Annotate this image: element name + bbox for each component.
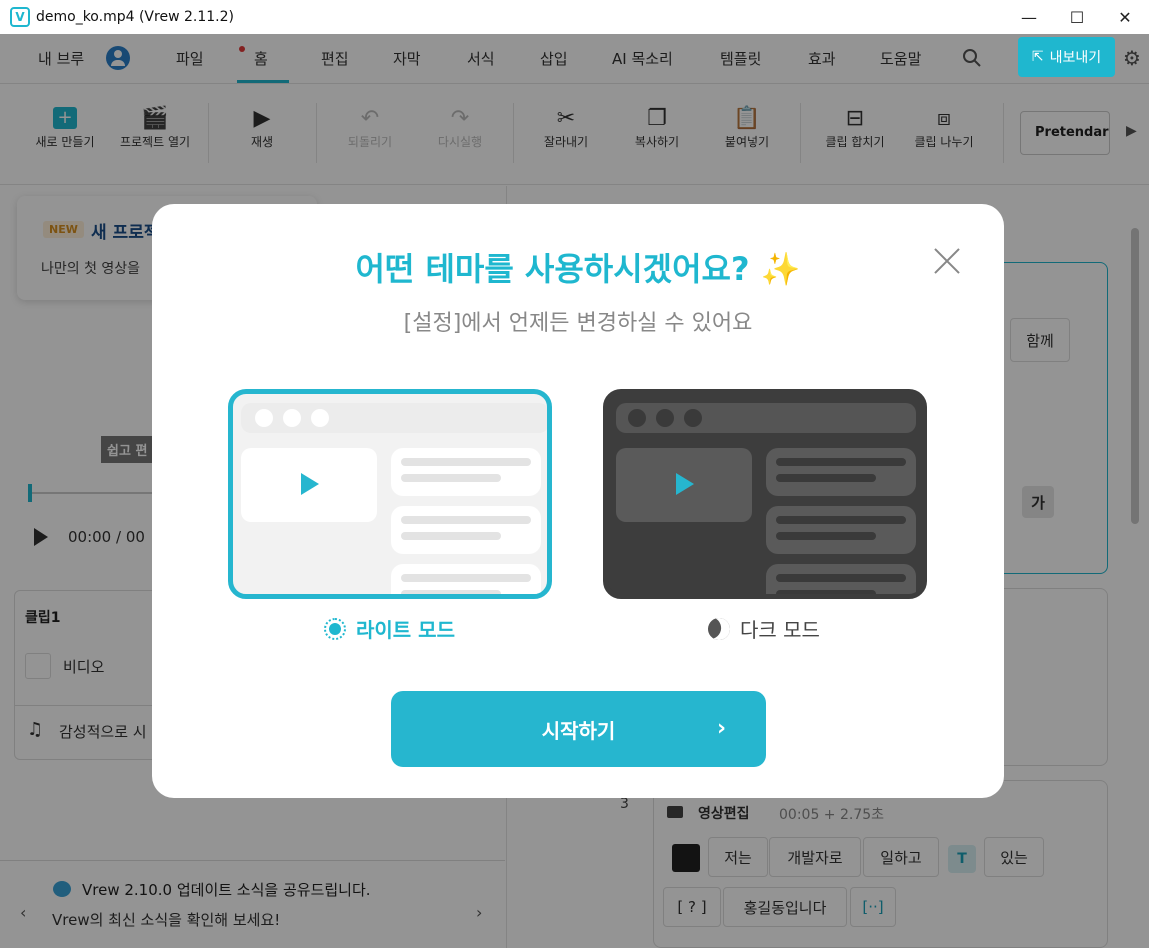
preview-row bbox=[391, 564, 541, 594]
preview-line bbox=[776, 474, 876, 482]
start-button[interactable]: 시작하기 › bbox=[391, 691, 766, 767]
modal-title: 어떤 테마를 사용하시겠어요? ✨ bbox=[355, 250, 801, 288]
preview-line bbox=[401, 590, 501, 594]
chevron-right-icon: › bbox=[717, 716, 727, 741]
sun-icon bbox=[324, 617, 346, 640]
preview-row bbox=[766, 564, 916, 594]
preview-video bbox=[616, 448, 752, 522]
preview-video bbox=[241, 448, 377, 522]
preview-titlebar bbox=[616, 403, 916, 433]
preview-dot bbox=[684, 409, 702, 427]
minimize-button[interactable]: — bbox=[1005, 0, 1053, 34]
preview-dot bbox=[255, 409, 273, 427]
preview-line bbox=[776, 590, 876, 594]
close-icon[interactable] bbox=[932, 246, 962, 276]
preview-dot bbox=[311, 409, 329, 427]
play-icon bbox=[301, 473, 319, 495]
preview-line bbox=[776, 574, 906, 582]
preview-line bbox=[776, 516, 906, 524]
preview-dot bbox=[628, 409, 646, 427]
preview-dot bbox=[283, 409, 301, 427]
modal-subtitle: [설정]에서 언제든 변경하실 수 있어요 bbox=[403, 311, 753, 336]
preview-titlebar bbox=[241, 403, 547, 433]
export-icon: ⇱ bbox=[1031, 49, 1044, 65]
title-bar: V demo_ko.mp4 (Vrew 2.11.2) — ☐ ✕ bbox=[0, 0, 1149, 34]
preview-line bbox=[776, 532, 876, 540]
preview-row bbox=[766, 448, 916, 496]
preview-row bbox=[391, 448, 541, 496]
moon-icon bbox=[704, 614, 734, 643]
dark-mode-option[interactable] bbox=[603, 389, 927, 599]
preview-line bbox=[401, 532, 501, 540]
preview-dot bbox=[656, 409, 674, 427]
preview-line bbox=[401, 574, 531, 582]
preview-line bbox=[401, 474, 501, 482]
preview-line bbox=[776, 458, 906, 466]
close-window-button[interactable]: ✕ bbox=[1101, 0, 1149, 34]
preview-line bbox=[401, 516, 531, 524]
dark-mode-label[interactable]: 다크 모드 bbox=[704, 614, 820, 643]
maximize-button[interactable]: ☐ bbox=[1053, 0, 1101, 34]
window-title: demo_ko.mp4 (Vrew 2.11.2) bbox=[36, 9, 234, 25]
sparkle-icon: ✨ bbox=[760, 250, 801, 288]
play-icon bbox=[676, 473, 694, 495]
window-controls: — ☐ ✕ bbox=[1005, 0, 1149, 34]
vrew-logo-icon: V bbox=[10, 7, 30, 27]
preview-line bbox=[401, 458, 531, 466]
export-button[interactable]: ⇱ 내보내기 bbox=[1018, 37, 1115, 77]
light-mode-option[interactable] bbox=[228, 389, 552, 599]
theme-select-modal: 어떤 테마를 사용하시겠어요? ✨ [설정]에서 언제든 변경하실 수 있어요 bbox=[152, 204, 1004, 798]
preview-row bbox=[391, 506, 541, 554]
preview-row bbox=[766, 506, 916, 554]
light-mode-label[interactable]: 라이트 모드 bbox=[324, 614, 455, 643]
